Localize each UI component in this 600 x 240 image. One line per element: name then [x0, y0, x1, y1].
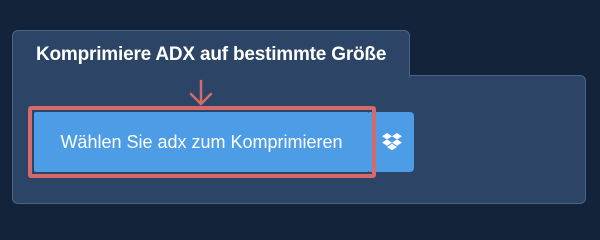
- arrow-down-icon: [189, 79, 213, 106]
- highlight-frame: [28, 106, 376, 178]
- dropbox-icon: [381, 133, 402, 151]
- compress-widget: Komprimiere ADX auf bestimmte Größe Wähl…: [0, 0, 600, 230]
- panel-tab-joint: [13, 74, 409, 78]
- panel-title: Komprimiere ADX auf bestimmte Größe: [36, 44, 387, 65]
